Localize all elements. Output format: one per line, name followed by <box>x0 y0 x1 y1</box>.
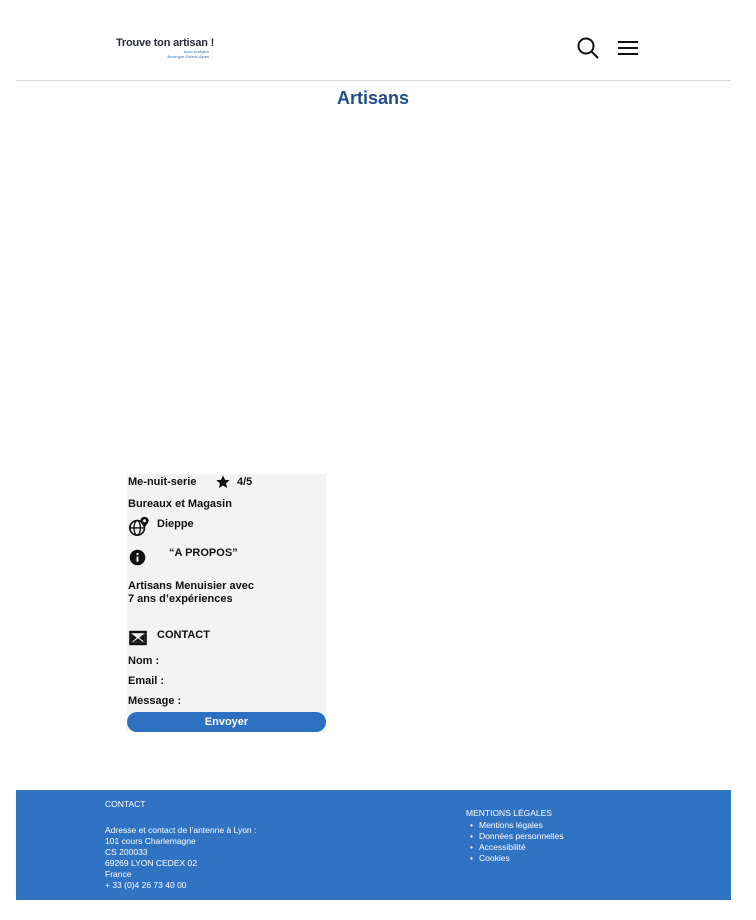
search-icon <box>577 37 599 59</box>
footer-address-line1: 101 cours Charlemagne <box>105 836 196 846</box>
footer-phone: + 33 (0)4 26 73 40 00 <box>105 880 187 890</box>
footer-address-line2: CS 200033 <box>105 847 148 857</box>
artisan-rating: 4/5 <box>237 476 253 488</box>
message-field-label[interactable]: Message : <box>128 695 181 707</box>
star-icon <box>216 475 230 488</box>
footer-address-line3: 69269 LYON CEDEX 02 <box>105 858 197 868</box>
footer-contact-heading: CONTACT <box>105 799 146 809</box>
footer-link-donnees-personnelles[interactable]: Données personnelles <box>466 831 564 842</box>
hamburger-menu-icon <box>618 41 638 55</box>
about-text-line1: Artisans Menuisier avec <box>128 580 254 592</box>
menu-button[interactable] <box>616 38 640 58</box>
send-button[interactable]: Envoyer <box>127 712 326 732</box>
footer-link-cookies[interactable]: Cookies <box>466 853 564 864</box>
footer-address-line4: France <box>105 869 132 879</box>
footer-link-mentions-legales[interactable]: Mentions légales <box>466 820 564 831</box>
logo-title: Trouve ton artisan ! <box>116 37 215 49</box>
site-header: Trouve ton artisan ! Avec la région Auve… <box>16 0 731 81</box>
footer-link-accessibilite[interactable]: Accessibilité <box>466 842 564 853</box>
globe-location-icon <box>129 516 149 537</box>
page-title: Artisans <box>336 88 410 108</box>
mail-icon <box>129 630 147 646</box>
footer-address-intro: Adresse et contact de l’antenne à Lyon : <box>105 825 257 835</box>
name-field-label[interactable]: Nom : <box>128 655 159 667</box>
footer-legal-links: Mentions légales Données personnelles Ac… <box>466 820 564 864</box>
artisan-category: Bureaux et Magasin <box>128 498 232 510</box>
about-text-line2: 7 ans d’expériences <box>128 593 233 605</box>
artisan-name: Me-nuit-serie <box>128 476 197 488</box>
site-footer: CONTACT Adresse et contact de l’antenne … <box>16 790 731 900</box>
search-button[interactable] <box>576 36 600 60</box>
artisan-location: Dieppe <box>157 518 194 530</box>
info-icon <box>129 549 146 566</box>
site-logo[interactable]: Trouve ton artisan ! Avec la région Auve… <box>116 37 236 59</box>
footer-legal-heading: MENTIONS LÉGALES <box>466 808 552 818</box>
logo-subtitle-line2: Auvergne-Rhône-Alpes <box>167 54 209 59</box>
artisan-card: Me-nuit-serie 4/5 Bureaux et Magasin Die… <box>127 474 326 732</box>
contact-label: CONTACT <box>157 629 210 641</box>
email-field-label[interactable]: Email : <box>128 675 164 687</box>
about-label: “A PROPOS” <box>169 547 238 559</box>
